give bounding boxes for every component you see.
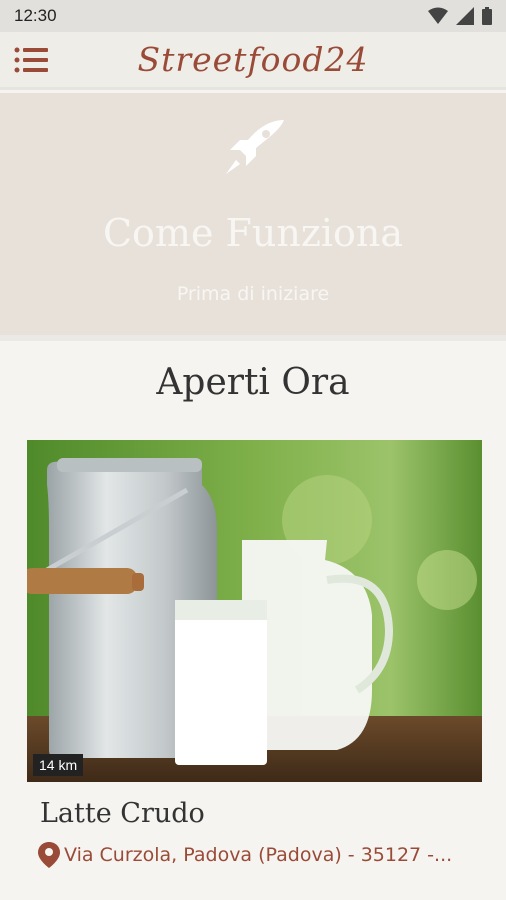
battery-icon [482,7,492,25]
section-title: Aperti Ora [156,362,350,403]
brand-logo[interactable]: Streetfood24 [0,40,506,79]
status-bar: 12:30 [0,0,506,32]
hero-subtitle: Prima di iniziare [176,283,330,305]
app-bar: Streetfood24 [0,32,506,90]
milk-can-and-glass-photo [27,440,482,782]
shop-card-image[interactable] [27,440,482,782]
shop-address-text: Via Curzola, Padova (Padova) - 35127 -..… [64,844,453,866]
shop-address[interactable]: Via Curzola, Padova (Padova) - 35127 -..… [38,842,478,868]
status-icons [428,7,492,25]
rocket-icon [226,120,284,174]
location-pin-icon [38,842,60,868]
wifi-icon [428,7,448,24]
distance-badge: 14 km [33,754,84,776]
hero-title: Come Funziona [102,211,404,255]
status-time: 12:30 [14,6,57,25]
section-divider [0,335,506,341]
signal-icon [456,7,474,25]
shop-title[interactable]: Latte Crudo [40,798,205,829]
